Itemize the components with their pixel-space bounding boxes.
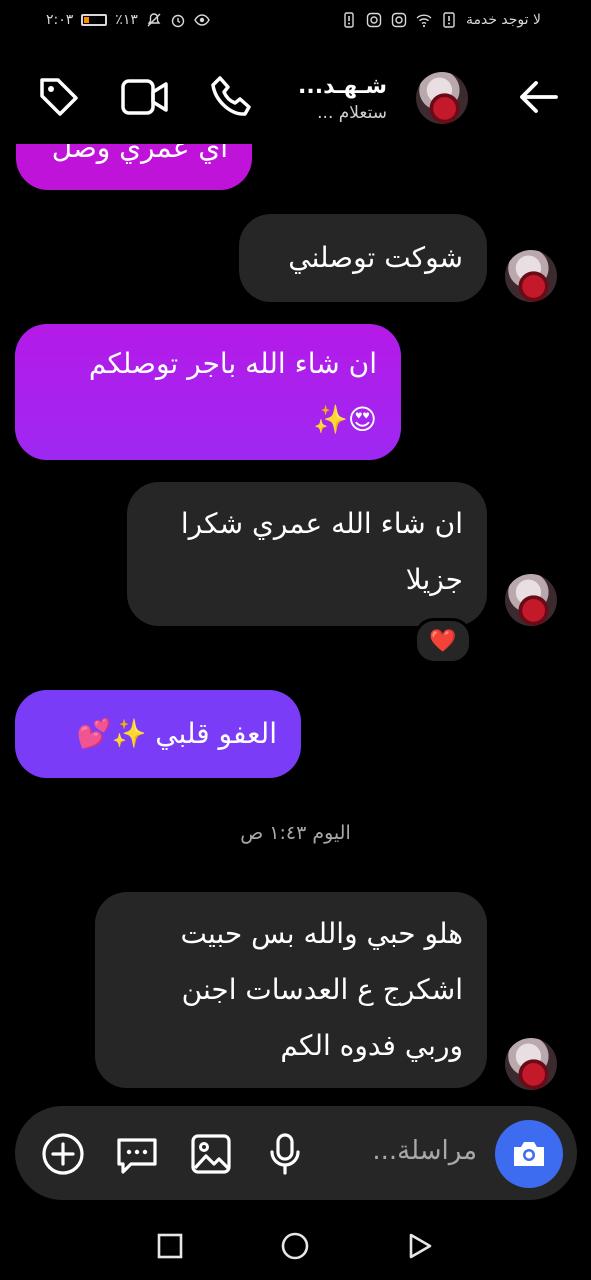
message-bubble-sent[interactable]: اي عمري وصل — [16, 144, 252, 190]
status-bar: ٢:٠٣ ٪١٣ لا توجد خدمة — [0, 0, 591, 44]
tag-button[interactable] — [34, 72, 84, 122]
message-bubble-received[interactable]: هلو حبي والله بس حبيت اشكرج ع العدسات اج… — [95, 892, 487, 1088]
message-bubble-received[interactable]: شوكت توصلني — [239, 214, 487, 302]
sender-avatar — [505, 250, 557, 302]
triangle-back-icon — [409, 1233, 432, 1259]
tag-icon — [40, 78, 78, 116]
video-icon — [121, 79, 168, 115]
instagram-icon — [366, 12, 382, 28]
wifi-icon — [416, 14, 432, 28]
message-text: العفو قلبي ✨💕 — [76, 717, 277, 750]
camera-button[interactable] — [495, 1120, 563, 1188]
heart-reaction[interactable]: ❤️ — [414, 618, 472, 664]
date-separator: اليوم ١:٤٣ ص — [240, 822, 351, 844]
message-list[interactable]: اي عمري وصل شوكت توصلني ان شاء الله باجر… — [0, 144, 591, 1102]
message-text: شوكت توصلني — [288, 241, 463, 274]
avatar[interactable] — [416, 72, 468, 124]
battery-percent: ٪١٣ — [115, 12, 138, 28]
message-text: اي عمري وصل — [51, 144, 228, 164]
contact-status: ستعلام ... — [317, 103, 387, 123]
clock: ٢:٠٣ — [46, 12, 74, 28]
contact-name: شـهـد... — [298, 74, 387, 99]
message-bubble-sent[interactable]: ان شاء الله باجر توصلكم 😍✨ — [15, 324, 401, 460]
system-nav-bar — [0, 1212, 591, 1280]
chat-header: شـهـد... ستعلام ... — [0, 54, 591, 144]
instagram-icon-2 — [391, 12, 407, 28]
status-left: ٢:٠٣ ٪١٣ — [46, 12, 210, 28]
voice-call-button[interactable] — [208, 72, 258, 122]
battery-icon — [81, 14, 108, 26]
message-text-line: ان شاء الله باجر توصلكم — [88, 347, 377, 380]
circle-icon — [281, 1232, 309, 1260]
alert-icon — [344, 12, 354, 28]
message-emoji-line: 😍✨ — [312, 403, 377, 436]
back-nav-button[interactable] — [404, 1230, 436, 1262]
message-text-line: هلو حبي والله بس حبيت — [180, 917, 463, 950]
message-composer: مراسلة... — [15, 1106, 577, 1200]
eye-icon — [194, 14, 210, 26]
heart-icon: ❤️ — [429, 628, 457, 654]
video-call-button[interactable] — [120, 72, 170, 122]
gallery-icon — [191, 1134, 231, 1174]
mute-icon — [147, 13, 161, 27]
recent-apps-button[interactable] — [154, 1230, 186, 1262]
alarm-icon — [171, 14, 185, 28]
message-text-line: جزيلا — [405, 563, 463, 596]
message-text-line: ان شاء الله عمري شكرا — [180, 507, 463, 540]
message-bubble-sent[interactable]: العفو قلبي ✨💕 — [15, 690, 301, 778]
carrier-label: لا توجد خدمة — [465, 12, 541, 28]
message-bubble-received[interactable]: ان شاء الله عمري شكرا جزيلا — [127, 482, 487, 626]
back-button[interactable] — [513, 72, 563, 122]
message-text-line: اشكرج ع العدسات اجنن — [181, 973, 463, 1006]
sticker-icon — [117, 1138, 157, 1174]
camera-icon — [514, 1142, 544, 1166]
message-text-line: وربي فدوه الكم — [280, 1029, 463, 1062]
plus-icon — [42, 1133, 84, 1175]
plus-button[interactable] — [41, 1132, 85, 1176]
contact-info[interactable]: شـهـد... ستعلام ... — [298, 74, 387, 123]
sticker-button[interactable] — [115, 1132, 159, 1176]
sim-alert-icon — [443, 12, 455, 28]
home-button[interactable] — [279, 1230, 311, 1262]
gallery-button[interactable] — [189, 1132, 233, 1176]
sender-avatar — [505, 574, 557, 626]
status-right: لا توجد خدمة — [341, 12, 541, 28]
phone-icon — [211, 76, 251, 116]
microphone-icon — [270, 1133, 300, 1175]
square-icon — [157, 1233, 183, 1259]
back-arrow-icon — [520, 81, 558, 113]
sender-avatar — [505, 1038, 557, 1090]
voice-message-button[interactable] — [263, 1132, 307, 1176]
message-input[interactable]: مراسلة... — [372, 1136, 477, 1166]
